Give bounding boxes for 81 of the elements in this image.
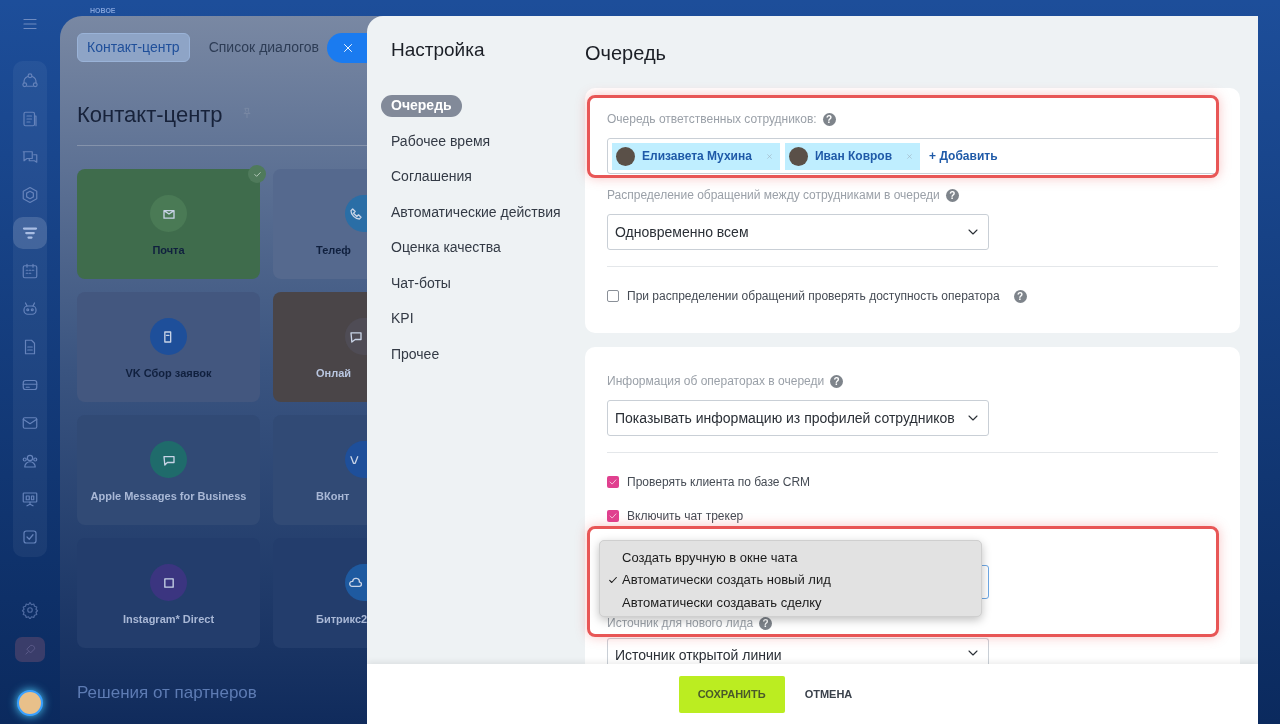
checkbox[interactable] xyxy=(607,476,619,488)
checkmark-icon[interactable] xyxy=(608,574,618,585)
user-avatar[interactable] xyxy=(17,690,43,716)
remove-icon[interactable] xyxy=(764,151,774,161)
add-link[interactable]: + Добавить xyxy=(929,147,998,165)
checkbox-icon[interactable] xyxy=(21,528,39,546)
settings-nav-item[interactable]: KPI xyxy=(381,307,424,330)
hexagon-icon[interactable] xyxy=(21,186,39,204)
channel-tile[interactable]: Битрикс2 xyxy=(273,538,367,648)
remove-icon[interactable] xyxy=(905,151,915,161)
checkbox[interactable] xyxy=(607,290,619,302)
employee-selector[interactable]: Елизавета Мухина Иван Ковров + Добавить xyxy=(607,138,1218,174)
settings-nav-item[interactable]: Чат-боты xyxy=(381,272,461,294)
people-icon[interactable] xyxy=(21,452,39,470)
tile-label: Битрикс2 xyxy=(316,613,368,626)
employee-name: Елизавета Мухина xyxy=(642,148,752,165)
help-icon[interactable]: ? xyxy=(830,374,844,388)
robot-icon[interactable] xyxy=(21,300,39,318)
field-label: Источник для нового лида xyxy=(607,615,754,632)
cloud-icon xyxy=(345,564,367,601)
checkbox-label: Проверять клиента по базе CRM xyxy=(627,474,811,491)
close-icon[interactable] xyxy=(341,41,355,55)
settings-nav-item[interactable]: Автоматические действия xyxy=(381,201,571,223)
settings-nav-item[interactable]: Очередь xyxy=(381,94,462,117)
page-title: Контакт-центр xyxy=(77,101,223,129)
phone-icon xyxy=(345,195,367,232)
channel-tile[interactable]: Apple Messages for Business xyxy=(77,415,260,525)
avatar xyxy=(616,146,635,166)
help-icon[interactable]: ? xyxy=(945,188,959,202)
presentation-icon[interactable] xyxy=(21,490,39,508)
checkbox-label: Включить чат трекер xyxy=(627,508,744,525)
mail-icon xyxy=(150,195,187,232)
select-field[interactable]: Источник открытой линии xyxy=(607,638,989,664)
channel-tile[interactable]: Телеф xyxy=(273,169,367,279)
select-field[interactable]: Одновременно всем xyxy=(607,214,989,250)
tile-label: Apple Messages for Business xyxy=(89,490,248,503)
menu-item[interactable]: Автоматически создать новый лид xyxy=(600,568,981,591)
document-icon[interactable] xyxy=(21,110,39,128)
save-button[interactable]: СОХРАНИТЬ xyxy=(678,675,785,713)
checkbox[interactable] xyxy=(607,510,619,522)
settings-nav-item[interactable]: Рабочее время xyxy=(381,130,501,152)
sidebar-item[interactable] xyxy=(13,217,47,249)
chat-icon[interactable] xyxy=(21,148,39,166)
tile-label: Почта xyxy=(151,244,186,257)
settings-nav-item[interactable]: Соглашения xyxy=(381,165,482,188)
channel-tile[interactable]: Онлай xyxy=(273,292,367,402)
settings-nav-item[interactable]: Прочее xyxy=(381,343,450,365)
employee-name: Иван Ковров xyxy=(814,148,893,165)
checkbox-label: При распределении обращений проверять доступность оператора xyxy=(627,288,1000,305)
menu-item[interactable]: Автоматически создавать сделку xyxy=(600,591,981,614)
menu-item[interactable]: Создать вручную в окне чата xyxy=(600,546,981,569)
channel-tile[interactable]: ВКонт xyxy=(273,415,367,525)
field-label: Распределение обращений между сотрудниками в очереди xyxy=(607,187,940,204)
rocket-button[interactable] xyxy=(15,637,45,662)
chat-icon xyxy=(345,318,367,355)
help-icon[interactable]: ? xyxy=(822,112,836,126)
settings-title: Настройка xyxy=(391,38,485,62)
section-heading: Решения от партнеров xyxy=(77,682,257,704)
section-title: Очередь xyxy=(585,41,667,66)
circles-icon[interactable] xyxy=(21,72,39,90)
tile-label: Телеф xyxy=(316,244,351,257)
avatar xyxy=(788,146,808,166)
settings-icon[interactable] xyxy=(21,601,39,619)
field-label: Информация об операторах в очереди xyxy=(607,373,825,390)
filter-icon[interactable] xyxy=(21,224,39,242)
help-icon[interactable]: ? xyxy=(1013,289,1027,303)
tab[interactable]: Список диалогов xyxy=(199,33,329,62)
tile-label: Instagram* Direct xyxy=(121,613,216,626)
employee-tag[interactable]: Иван Ковров xyxy=(784,142,921,170)
cancel-button[interactable]: ОТМЕНА xyxy=(800,675,857,713)
employee-tag[interactable]: Елизавета Мухина xyxy=(612,142,780,170)
tab[interactable]: Контакт-центр xyxy=(77,33,190,62)
tile-label: Онлай xyxy=(316,367,352,380)
settings-nav-item[interactable]: Оценка качества xyxy=(381,236,511,259)
field-label: Очередь ответственных сотрудников: xyxy=(607,111,817,128)
channel-tile[interactable]: Instagram* Direct xyxy=(77,538,260,648)
calendar-icon[interactable] xyxy=(21,262,39,280)
tile-label: ВКонт xyxy=(316,490,350,503)
mail-icon[interactable] xyxy=(21,414,39,432)
select-field[interactable]: Показывать информацию из профилей сотрудников xyxy=(607,400,989,436)
tile-label: VK Сбор заявок xyxy=(124,367,213,380)
